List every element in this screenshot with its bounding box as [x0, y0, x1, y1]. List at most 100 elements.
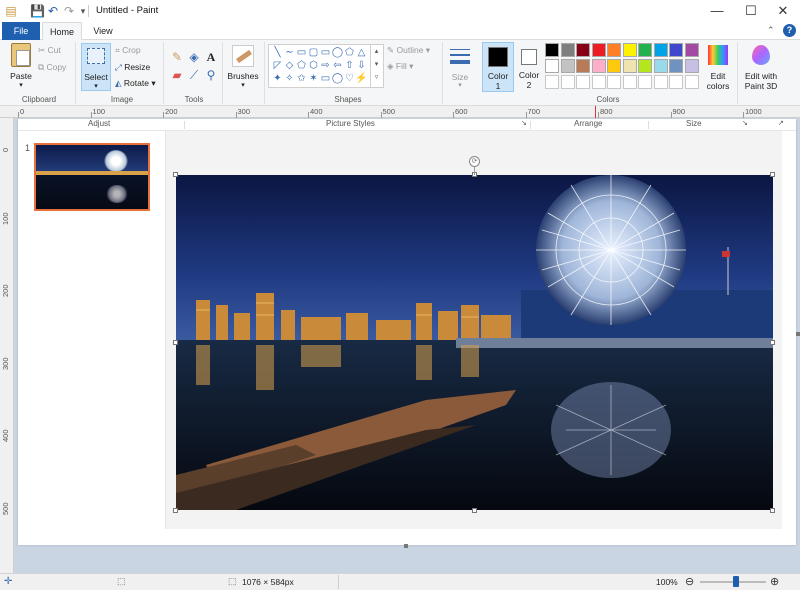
text-tool-icon[interactable]: A	[204, 50, 218, 64]
collapse-ribbon-icon[interactable]: ⌃	[767, 25, 775, 36]
shape-down-arrow-icon[interactable]: ⇩	[355, 60, 368, 72]
color1-button[interactable]: Color 1	[482, 42, 514, 92]
palette-swatch[interactable]	[591, 59, 606, 73]
palette-swatch[interactable]	[684, 59, 699, 73]
zoom-out-icon[interactable]: ⊖	[685, 575, 694, 588]
palette-swatch[interactable]	[684, 43, 699, 57]
brushes-dropdown-icon[interactable]: ▾	[226, 81, 260, 89]
tab-file[interactable]: File	[2, 22, 40, 40]
ruler-label: 400	[310, 107, 323, 116]
palette-swatch[interactable]	[545, 59, 559, 73]
palette-swatch[interactable]	[653, 43, 668, 57]
shape-lightning-icon[interactable]: ⚡	[355, 73, 368, 85]
ruler-cursor-marker	[595, 106, 596, 118]
help-icon[interactable]: ?	[783, 24, 796, 37]
size-launcher-icon[interactable]: ↘	[742, 119, 748, 127]
close-icon[interactable]: ✕	[766, 0, 800, 22]
palette-swatch[interactable]	[669, 43, 683, 57]
brushes-button[interactable]: Brushes ▾	[226, 43, 260, 93]
magnifier-icon[interactable]: ⚲	[204, 68, 218, 82]
palette-swatch[interactable]	[653, 75, 668, 89]
palette-swatch[interactable]	[607, 75, 621, 89]
slide-thumbnail[interactable]	[34, 143, 150, 211]
paste-dropdown-icon[interactable]: ▾	[6, 81, 36, 89]
redo-icon[interactable]: ↷	[62, 4, 76, 18]
palette-swatch[interactable]	[560, 43, 575, 57]
palette-swatch[interactable]	[560, 75, 575, 89]
resize-handle-se[interactable]	[770, 508, 775, 513]
thumbnail-dome-reflection	[106, 185, 128, 203]
resize-handle-ne[interactable]	[770, 172, 775, 177]
picture-styles-launcher-icon[interactable]: ↘	[521, 119, 527, 127]
resize-handle-sw[interactable]	[173, 508, 178, 513]
palette-swatch[interactable]	[607, 59, 621, 73]
resize-handle-e[interactable]	[770, 340, 775, 345]
maximize-icon[interactable]: ☐	[734, 0, 768, 22]
palette-swatch[interactable]	[545, 75, 559, 89]
zoom-slider-thumb[interactable]	[733, 576, 739, 587]
tab-home[interactable]: Home	[42, 22, 82, 41]
palette-swatch[interactable]	[576, 43, 590, 57]
palette-swatch[interactable]	[622, 43, 637, 57]
palette-swatch[interactable]	[576, 75, 590, 89]
palette-swatch[interactable]	[669, 75, 683, 89]
paint3d-label-2: Paint 3D	[744, 81, 778, 91]
edit-with-paint3d-button[interactable]: Edit with Paint 3D	[741, 43, 781, 93]
palette-swatch[interactable]	[545, 43, 559, 57]
palette-swatch[interactable]	[638, 43, 652, 57]
color2-button[interactable]: Color 2	[516, 42, 544, 92]
group-separator	[737, 42, 738, 104]
color-picker-icon[interactable]: ⟋	[187, 68, 201, 82]
rotate-handle-icon[interactable]: ⟳	[469, 156, 480, 167]
shapes-gallery[interactable]: ╲ ∼ ▭ ▢ ▭ ◯ ⬠ △ ◸ ◇ ⬠ ⬡ ⇨ ⇦ ⇧ ⇩ ✦ ✧ ✩ ✶ ▭ ◯ ♡ ⚡	[268, 44, 384, 88]
resize-button[interactable]: ⤢ Resize	[115, 62, 150, 73]
palette-swatch[interactable]	[669, 59, 683, 73]
color-spectrum-icon	[708, 45, 728, 65]
size-button[interactable]: Size ▾	[446, 43, 474, 93]
cut-button[interactable]: ✂ Cut	[38, 45, 61, 56]
expand-icon[interactable]: ↗	[778, 119, 784, 127]
canvas-resize-handle-bottom[interactable]	[404, 544, 408, 548]
palette-swatch[interactable]	[622, 59, 637, 73]
paste-label: Paste	[10, 71, 32, 81]
palette-swatch[interactable]	[638, 59, 652, 73]
minimize-icon[interactable]: —	[700, 0, 734, 22]
select-button[interactable]: Select ▾	[81, 43, 111, 91]
resize-handle-nw[interactable]	[173, 172, 178, 177]
palette-swatch[interactable]	[638, 75, 652, 89]
palette-swatch[interactable]	[653, 59, 668, 73]
shape-triangle-icon[interactable]: △	[355, 47, 368, 59]
fill-bucket-icon[interactable]: ◈	[187, 50, 201, 64]
outline-button[interactable]: ✎ Outline ▾	[387, 45, 430, 56]
resize-handle-s[interactable]	[472, 508, 477, 513]
crop-button[interactable]: ⌗ Crop	[115, 45, 141, 56]
undo-icon[interactable]: ↶	[46, 4, 60, 18]
color1-number: 1	[495, 81, 501, 91]
picture-tools-header: Adjust Picture Styles ↘ Arrange Size ↘ ↗	[18, 119, 796, 131]
edit-colors-button[interactable]: Edit colors	[703, 43, 733, 93]
select-dropdown-icon[interactable]: ▾	[82, 82, 110, 90]
palette-swatch[interactable]	[607, 43, 621, 57]
shapes-scroll[interactable]: ▴ ▾ ▿	[370, 45, 382, 87]
picture-styles-label: Picture Styles	[326, 119, 375, 128]
palette-swatch[interactable]	[591, 75, 606, 89]
copy-button[interactable]: ⧉ Copy	[38, 62, 66, 73]
eraser-icon[interactable]: ▰	[170, 68, 184, 82]
palette-swatch[interactable]	[560, 59, 575, 73]
pencil-icon[interactable]: ✎	[170, 50, 184, 64]
palette-swatch[interactable]	[622, 75, 637, 89]
fill-button[interactable]: ◈ Fill ▾	[387, 61, 413, 72]
canvas-resize-handle-right[interactable]	[796, 332, 800, 336]
zoom-in-icon[interactable]: ⊕	[770, 575, 779, 588]
color-palette[interactable]	[545, 43, 703, 93]
palette-swatch[interactable]	[684, 75, 699, 89]
palette-swatch[interactable]	[591, 43, 606, 57]
palette-swatch[interactable]	[576, 59, 590, 73]
selected-picture[interactable]	[176, 175, 773, 510]
rotate-button[interactable]: ◭ Rotate ▾	[115, 78, 156, 89]
paste-button[interactable]: Paste ▾	[6, 43, 36, 91]
save-icon[interactable]: 💾	[30, 4, 45, 18]
paste-icon	[11, 43, 31, 67]
resize-handle-w[interactable]	[173, 340, 178, 345]
tab-view[interactable]: View	[86, 22, 120, 40]
